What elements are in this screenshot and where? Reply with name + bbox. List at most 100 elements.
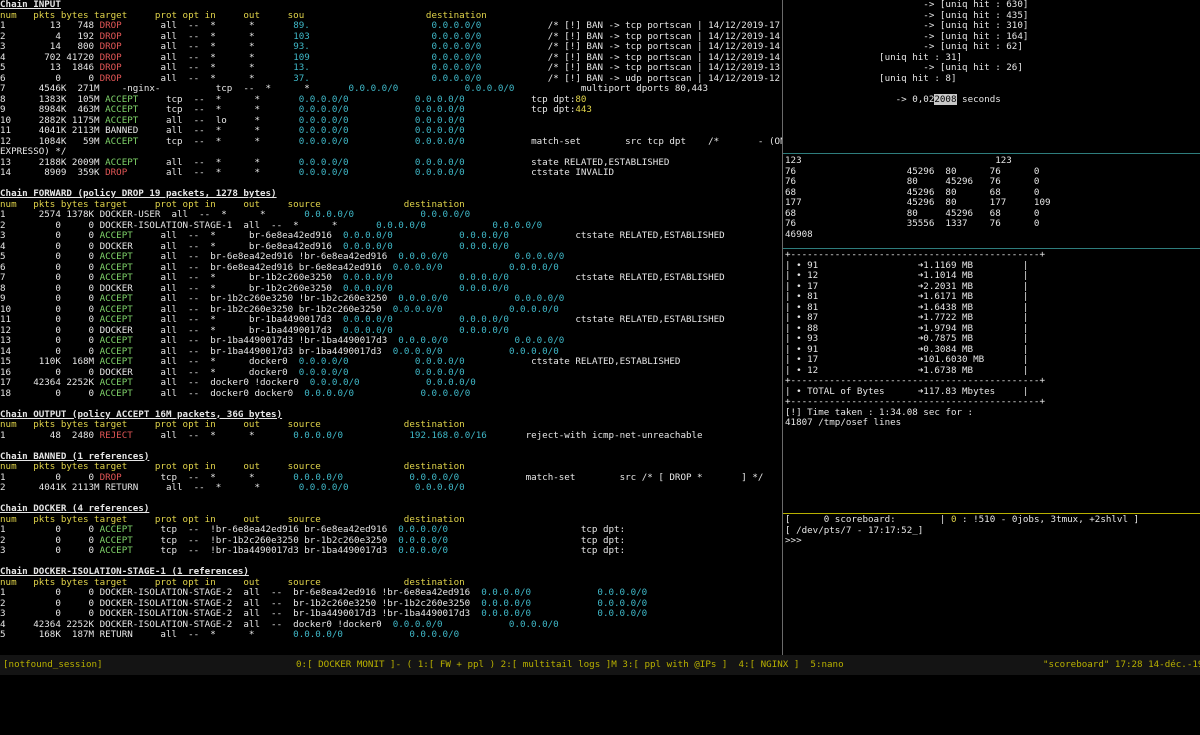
terminal-text: ACCEPT xyxy=(105,114,139,126)
terminal-text: 177 45296 80 177 109 xyxy=(785,197,1051,208)
terminal-text: [ 0 scoreboard: | xyxy=(785,515,951,525)
terminal-text: state RELATED,ESTABLISHED xyxy=(464,156,670,168)
terminal-text: 0.0.0.0/0 xyxy=(298,167,349,178)
terminal-text: [uniq hit : 31] xyxy=(785,51,963,63)
terminal-text: ACCEPT xyxy=(99,387,133,399)
terminal-text: all -- * docker0 xyxy=(132,356,299,367)
terminal-text: 1 2574 1378K DOCKER-USER all -- * * xyxy=(0,209,305,220)
terminal-text: 46908 xyxy=(785,228,813,240)
iptables-pane[interactable]: Chain INPUT num pkts bytes target prot op… xyxy=(0,0,782,655)
terminal-text: 13 0 0 xyxy=(0,335,100,346)
port-stats-pane[interactable]: 123 123 76 45296 80 76 0 76 80 45296 76 06… xyxy=(785,156,1200,246)
terminal-text: num pkts bytes target prot opt in out so… xyxy=(0,9,487,21)
terminal-text: ctstate RELATED,ESTABLISHED xyxy=(508,314,725,325)
pane-divider xyxy=(783,248,1200,249)
terminal-line: 3 0 0 ACCEPT tcp -- !br-1ba4490017d3 br-… xyxy=(0,545,782,557)
pane-divider xyxy=(783,513,1200,514)
terminal-text: tcp dpt: xyxy=(464,93,576,105)
terminal-text: 443 xyxy=(575,104,592,115)
terminal-text: 11 4041K 2113M BANNED all -- * * xyxy=(0,125,299,136)
terminal-text: | • 93 ➜0.7875 MB | xyxy=(785,333,1029,344)
terminal-text: ACCEPT xyxy=(99,335,133,346)
terminal-text: 0.0.0.0/0 xyxy=(459,230,509,241)
terminal-text: tcp dpt: xyxy=(514,534,626,546)
terminal-text: 0.0.0.0/0 xyxy=(392,261,443,273)
terminal-text: | • 87 ➜1.7722 MB | xyxy=(785,312,1029,323)
terminal-text: 0.0.0.0/0 xyxy=(431,30,482,42)
terminal-text: 0.0.0.0/0 xyxy=(414,135,465,147)
terminal-text: 0.0.0.0/0 xyxy=(414,125,465,136)
terminal-line: 41807 /tmp/osef lines xyxy=(785,417,1200,429)
terminal-text: 4 0 0 DOCKER all -- * br-6e8ea42ed916 xyxy=(0,240,343,252)
terminal-text: 13 2188K 2009M xyxy=(0,156,106,168)
terminal-text: Chain FORWARD (policy DROP 19 packets, 1… xyxy=(0,188,277,199)
terminal-text: 0.0.0.0/0 xyxy=(342,272,393,283)
terminal-text: 0.0.0.0/0 xyxy=(414,167,465,178)
terminal-text: 37. xyxy=(293,72,310,84)
terminal-text: 3 0 0 DOCKER-ISOLATION-STAGE-2 all -- br… xyxy=(0,608,482,619)
terminal-text: tcp -- !br-6e8ea42ed916 br-6e8ea42ed916 xyxy=(132,524,399,535)
terminal-text: 4 702 41720 xyxy=(0,51,100,63)
terminal-text: all -- * * xyxy=(121,20,294,31)
terminal-text: EXPRESSO) */ xyxy=(0,146,67,157)
terminal-text: | • TOTAL of Bytes ➜117.83 Mbytes | xyxy=(785,385,1029,397)
terminal-text: 89. xyxy=(293,20,310,31)
terminal-text: ACCEPT xyxy=(99,524,133,535)
terminal-text: 17 42364 2252K xyxy=(0,377,100,388)
terminal-text: 0.0.0.0/0 xyxy=(414,114,465,126)
terminal-text: | • 17 ➜2.2031 MB | xyxy=(785,280,1029,292)
terminal-text: 0.0.0.0/0 xyxy=(376,219,426,231)
terminal-text: 18 0 0 xyxy=(0,387,100,399)
terminal-text: | • 81 ➜1.6171 MB | xyxy=(785,291,1029,302)
terminal-line: -> 0,022008 seconds xyxy=(785,93,1200,106)
terminal-text: 9 0 0 xyxy=(0,293,100,304)
bytes-table-pane[interactable]: +---------------------------------------… xyxy=(785,250,1200,512)
uniq-hit-pane[interactable]: -> [uniq hit : 630] -> [uniq hit : 435] … xyxy=(785,0,1200,152)
terminal-text: 0.0.0.0/0 xyxy=(392,303,443,315)
window-list[interactable]: 0:[ DOCKER MONIT ]- ( 1:[ FW + ppl ) 2:[… xyxy=(296,655,844,675)
terminal-text: num pkts bytes target prot opt in out so… xyxy=(0,513,465,525)
terminal-text: 7 0 0 xyxy=(0,272,100,283)
terminal-line: 76 35556 1337 76 0 xyxy=(785,218,1200,230)
terminal-text: ACCEPT xyxy=(99,251,133,262)
session-name[interactable]: [notfound_session] xyxy=(3,655,103,675)
terminal-text: 0.0.0.0/0 xyxy=(420,387,471,399)
shell-prompt-pane[interactable]: [ 0 scoreboard: | 0 : !510 - 0jobs, 3tmu… xyxy=(785,515,1200,655)
terminal-text: all -- * br-1ba4490017d3 xyxy=(132,314,343,325)
terminal-text: 0.0.0.0/0 xyxy=(348,83,399,94)
terminal-text: ACCEPT xyxy=(99,261,133,273)
terminal-text: match-set src /* [ DROP * ] */ xyxy=(459,471,764,483)
terminal-line: 12 1084K 59M ACCEPT tcp -- * * 0.0.0.0/0… xyxy=(0,135,782,148)
terminal-line: 18 0 0 ACCEPT all -- docker0 docker0 0.0… xyxy=(0,387,782,400)
terminal-text: ACCEPT xyxy=(99,377,133,388)
terminal-text: 14 0 0 xyxy=(0,345,100,357)
status-right: "scoreboard" 17:28 14-déc.-19 xyxy=(1043,659,1200,670)
terminal-text: 0.0.0.0/0 xyxy=(298,356,349,367)
terminal-text: 0.0.0.0/0 xyxy=(597,587,648,598)
terminal-text: 0.0.0.0/0 xyxy=(597,597,648,609)
terminal-text: 2 4041K 2113M RETURN all -- * * xyxy=(0,482,299,493)
terminal-text: all -- lo * xyxy=(138,114,299,126)
terminal-text: 0.0.0.0/0 xyxy=(431,72,482,84)
terminal-text: | • 12 ➜1.6738 MB | xyxy=(785,364,1029,376)
terminal-line: 5 168K 187M RETURN all -- * * 0.0.0.0/0 … xyxy=(0,629,782,641)
terminal-text: 0.0.0.0/0 xyxy=(392,618,443,630)
terminal-text: Chain OUTPUT (policy ACCEPT 16M packets,… xyxy=(0,408,283,420)
terminal-text: match-set src tcp dpt /* - (ONLY FOR H xyxy=(531,135,782,147)
terminal-text: REJECT xyxy=(99,429,133,441)
terminal-text: 68 80 45296 68 0 xyxy=(785,207,1040,219)
terminal-text: all -- * * xyxy=(121,41,294,52)
terminal-text: 7 4546K 271M -nginx- tcp -- * * xyxy=(0,83,349,94)
